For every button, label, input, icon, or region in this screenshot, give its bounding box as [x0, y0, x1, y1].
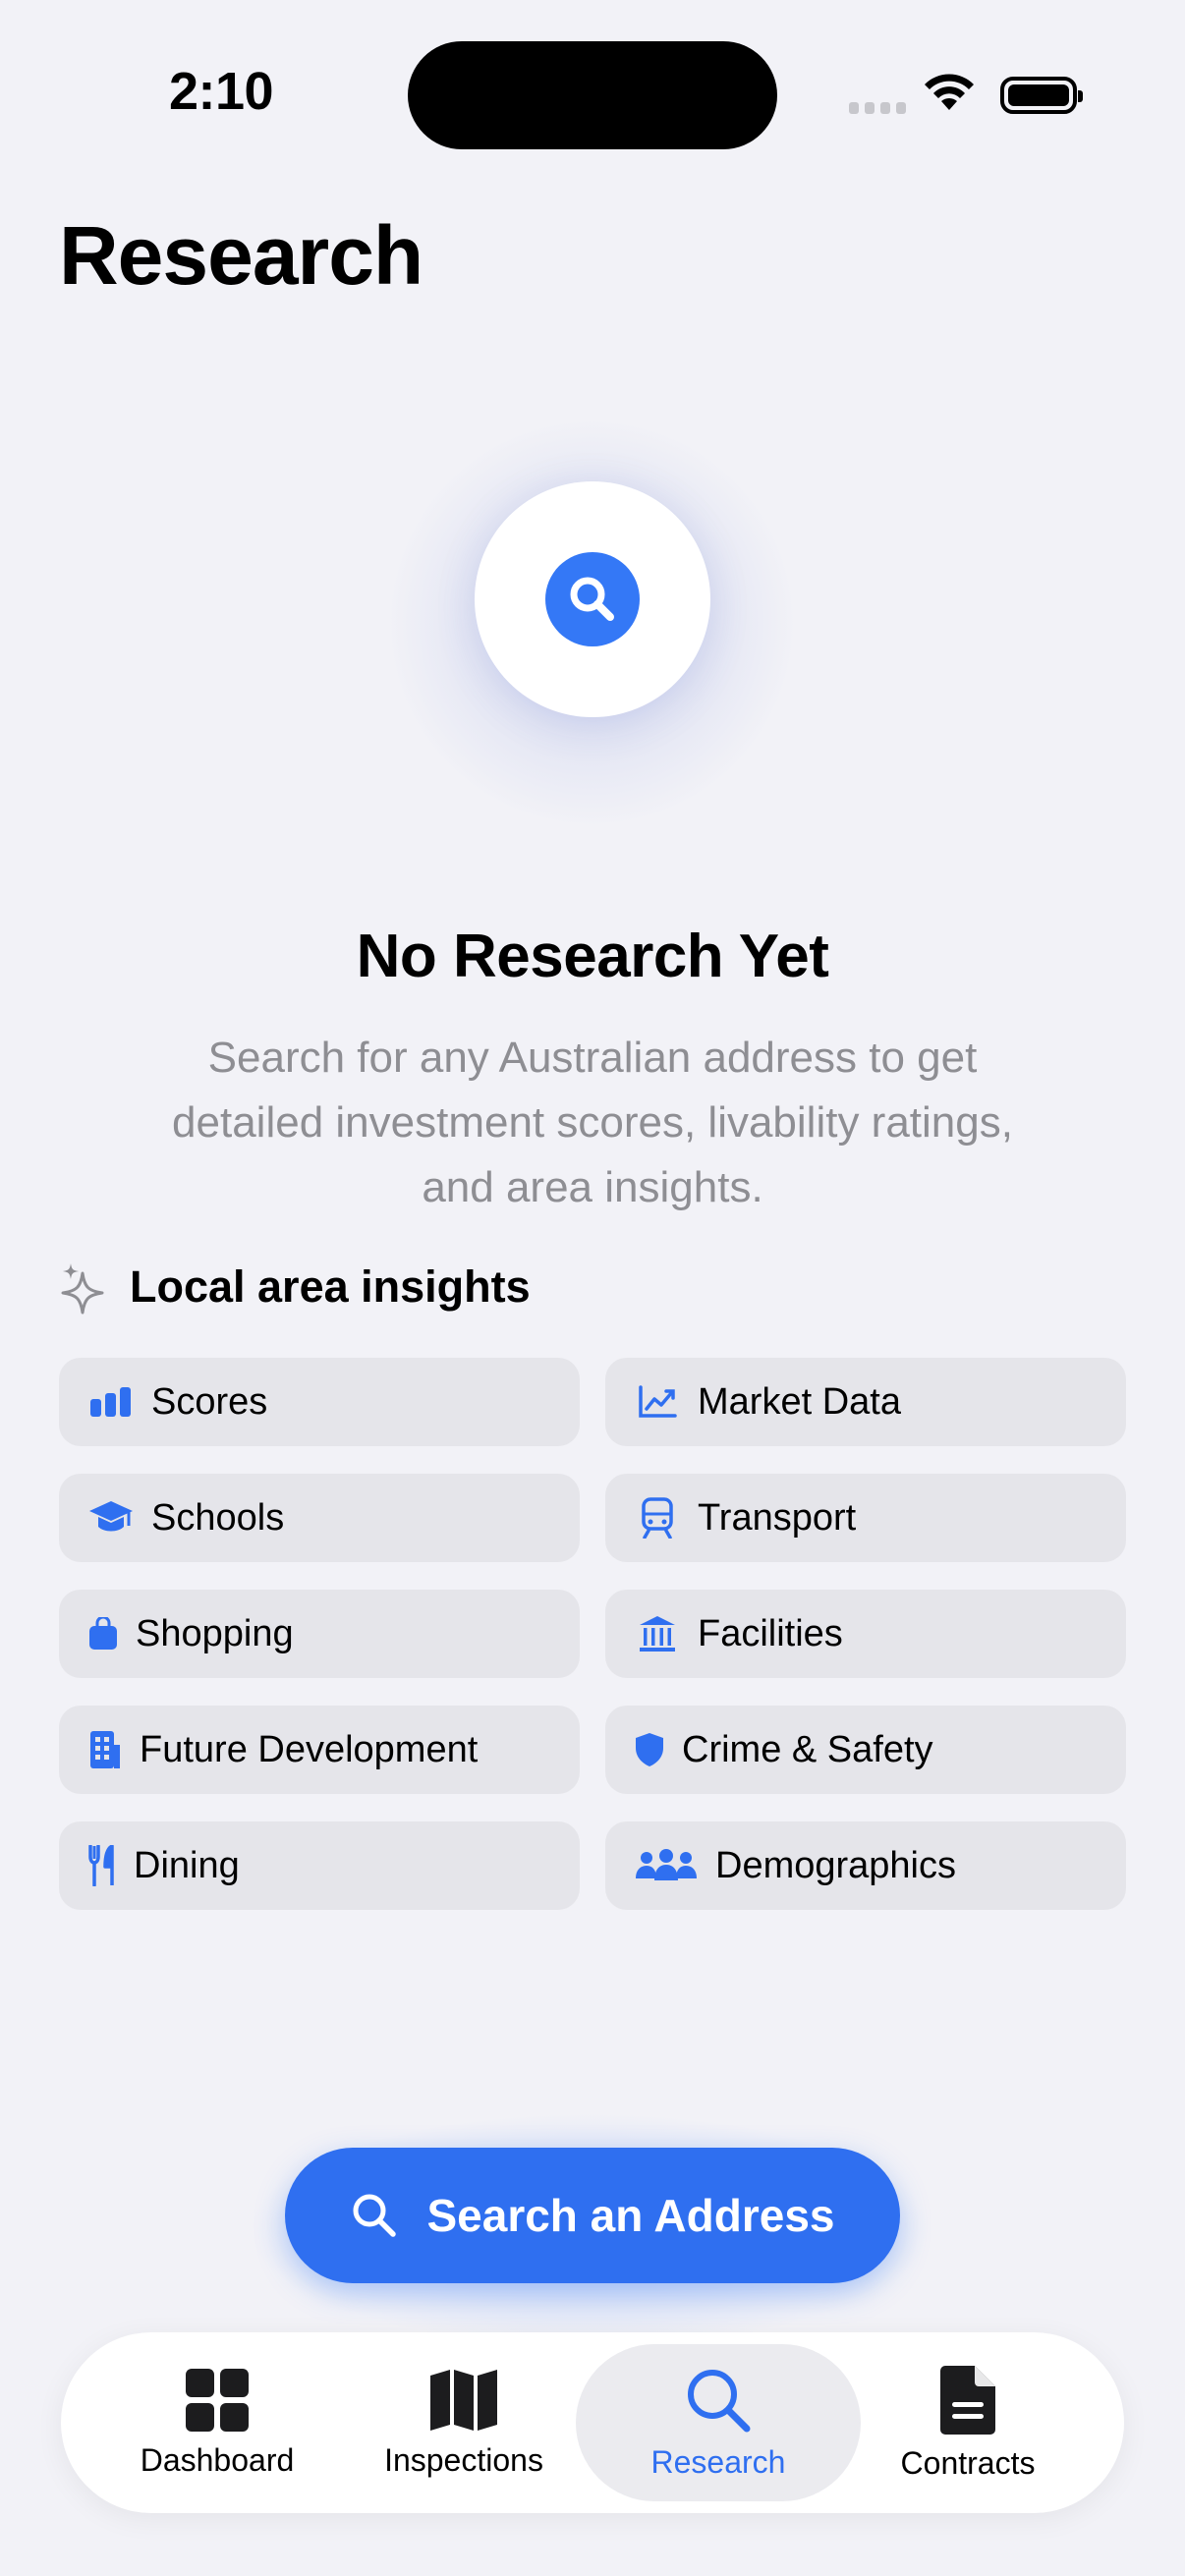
insights-grid: Scores Market Data Schools Transport Sho…: [59, 1358, 1126, 1910]
search-icon: [545, 552, 640, 646]
section-title: Local area insights: [130, 1261, 531, 1312]
search-address-label: Search an Address: [426, 2190, 835, 2241]
chip-label: Transport: [698, 1496, 857, 1539]
grid-icon: [186, 2368, 249, 2432]
chip-label: Facilities: [698, 1612, 843, 1654]
insight-chip-scores[interactable]: Scores: [59, 1358, 580, 1446]
wifi-icon: [925, 74, 974, 110]
trend-chart-icon: [635, 1379, 680, 1425]
chip-label: Dining: [134, 1844, 240, 1886]
fork-knife-icon: [88, 1843, 116, 1888]
office-building-icon: [88, 1727, 122, 1772]
chip-label: Market Data: [698, 1380, 901, 1423]
chip-label: Future Development: [140, 1728, 479, 1770]
insight-chip-market-data[interactable]: Market Data: [605, 1358, 1126, 1446]
sparkles-icon: [61, 1263, 104, 1315]
tab-label: Contracts: [900, 2444, 1036, 2481]
status-time: 2:10: [169, 62, 274, 121]
map-icon: [430, 2369, 497, 2431]
building-columns-icon: [635, 1611, 680, 1656]
cellular-signal-icon: [849, 102, 908, 116]
chip-label: Demographics: [715, 1844, 956, 1886]
empty-state-subtitle: Search for any Australian address to get…: [172, 1034, 1013, 1211]
chip-label: Shopping: [136, 1612, 294, 1654]
search-icon: [353, 2194, 397, 2237]
page-title: Research: [59, 209, 423, 302]
insight-chip-facilities[interactable]: Facilities: [605, 1590, 1126, 1678]
tab-research[interactable]: Research: [576, 2344, 861, 2501]
insight-chip-future-development[interactable]: Future Development: [59, 1706, 580, 1794]
train-icon: [635, 1495, 680, 1540]
battery-icon: [1000, 77, 1083, 114]
insight-chip-crime-safety[interactable]: Crime & Safety: [605, 1706, 1126, 1794]
tab-bar: Dashboard Inspections Research Contracts: [61, 2332, 1124, 2513]
bar-chart-icon: [88, 1379, 134, 1425]
empty-state-title: No Research Yet: [356, 923, 829, 990]
chip-label: Crime & Safety: [682, 1728, 933, 1770]
people-icon: [635, 1843, 698, 1888]
shopping-bag-icon: [88, 1611, 118, 1656]
chip-label: Schools: [151, 1496, 285, 1539]
tab-label: Inspections: [384, 2441, 543, 2478]
graduation-cap-icon: [88, 1495, 134, 1540]
tab-contracts[interactable]: Contracts: [825, 2344, 1110, 2501]
tab-label: Research: [650, 2443, 786, 2480]
shield-icon: [635, 1727, 664, 1772]
dynamic-island: [408, 41, 777, 149]
insight-chip-schools[interactable]: Schools: [59, 1474, 580, 1562]
tab-label: Dashboard: [140, 2441, 295, 2478]
document-icon: [940, 2365, 995, 2435]
tab-inspections[interactable]: Inspections: [321, 2344, 606, 2501]
chip-label: Scores: [151, 1380, 268, 1423]
search-address-button[interactable]: Search an Address: [285, 2148, 900, 2283]
tab-dashboard[interactable]: Dashboard: [75, 2344, 360, 2501]
search-icon: [688, 2369, 751, 2432]
insight-chip-dining[interactable]: Dining: [59, 1821, 580, 1910]
insight-chip-shopping[interactable]: Shopping: [59, 1590, 580, 1678]
insight-chip-demographics[interactable]: Demographics: [605, 1821, 1126, 1910]
insight-chip-transport[interactable]: Transport: [605, 1474, 1126, 1562]
